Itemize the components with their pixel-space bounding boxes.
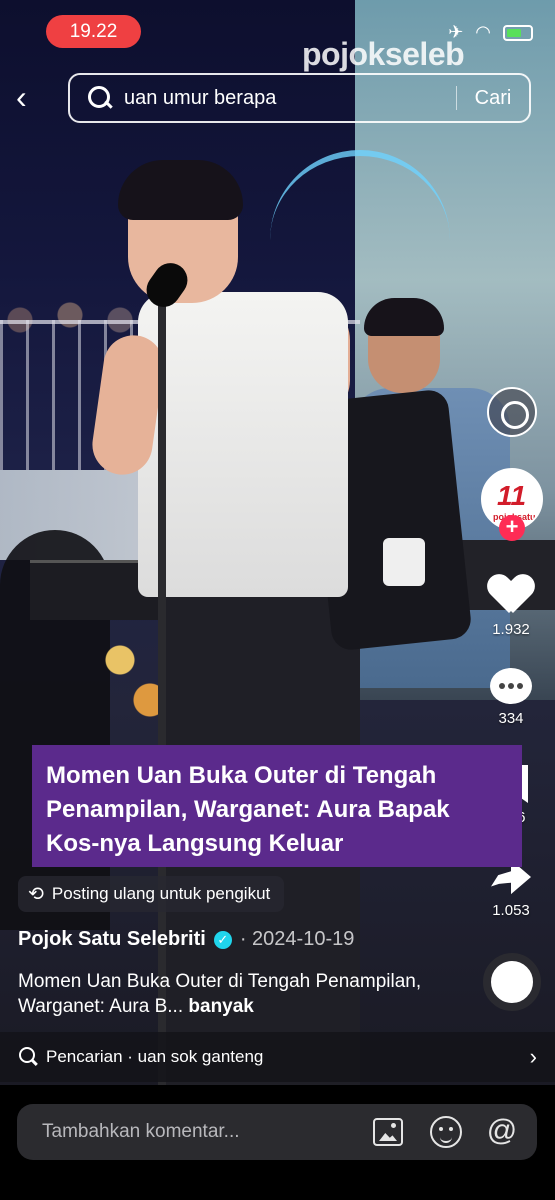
share-count: 1.053 xyxy=(492,902,530,919)
music-disc-icon[interactable] xyxy=(483,953,541,1011)
jacket-pocket xyxy=(383,538,425,586)
battery-charging-icon xyxy=(503,24,533,41)
author-row[interactable]: Pojok Satu Selebriti ✓ · 2024-10-19 xyxy=(18,928,354,951)
search-bar[interactable]: uan umur berapa Cari xyxy=(68,73,531,123)
mic-stand xyxy=(158,300,166,1085)
mention-icon[interactable]: @ xyxy=(486,1116,518,1148)
comment-count: 334 xyxy=(498,710,524,727)
heart-icon xyxy=(489,575,533,615)
related-search-bar[interactable]: Pencarian · uan sok ganteng › xyxy=(0,1032,555,1082)
like-button[interactable]: 1.932 xyxy=(486,575,536,638)
repost-icon: ⟲ xyxy=(28,883,44,905)
more-link[interactable]: banyak xyxy=(188,996,253,1017)
chevron-right-icon: › xyxy=(529,1044,537,1069)
author-name[interactable]: Pojok Satu Selebriti xyxy=(18,928,206,951)
share-button[interactable]: 1.053 xyxy=(486,858,536,919)
related-search-text: Pencarian · uan sok ganteng xyxy=(46,1047,264,1066)
image-icon[interactable] xyxy=(373,1118,403,1146)
video-headline-overlay: Momen Uan Buka Outer di Tengah Penampila… xyxy=(32,745,522,867)
headline-text: Momen Uan Buka Outer di Tengah Penampila… xyxy=(46,762,450,857)
avatar-logo-mark: 11 xyxy=(497,480,527,511)
repost-chip[interactable]: ⟲ Posting ulang untuk pengikut xyxy=(18,876,285,912)
wifi-icon: ◠ xyxy=(475,22,491,42)
comment-bubble-icon xyxy=(490,668,532,704)
comment-button[interactable]: 334 xyxy=(486,668,536,727)
search-button[interactable]: Cari xyxy=(457,87,529,110)
post-date: · 2024-10-19 xyxy=(239,928,355,950)
effect-icon[interactable] xyxy=(487,387,537,437)
search-input[interactable]: uan umur berapa xyxy=(124,87,456,110)
post-date-value: 2024-10-19 xyxy=(252,928,355,950)
verified-badge-icon: ✓ xyxy=(213,930,232,949)
video-description[interactable]: Momen Uan Buka Outer di Tengah Penampila… xyxy=(18,969,463,1019)
singer-hair xyxy=(118,160,243,220)
status-time: 19.22 xyxy=(46,15,141,48)
video-player[interactable] xyxy=(0,0,555,1085)
back-button[interactable]: ‹ xyxy=(16,78,50,118)
guitarist-hair xyxy=(364,298,444,336)
like-count: 1.932 xyxy=(492,621,530,638)
search-icon xyxy=(18,1046,40,1068)
singer-tank-top xyxy=(138,292,348,597)
search-icon xyxy=(86,84,114,112)
repost-label: Posting ulang untuk pengikut xyxy=(51,884,271,903)
comment-placeholder: Tambahkan komentar... xyxy=(42,1121,240,1142)
emoji-icon[interactable] xyxy=(430,1116,462,1148)
follow-plus-button[interactable]: + xyxy=(499,515,525,541)
watermark-logo: pojokseleb xyxy=(302,36,465,72)
